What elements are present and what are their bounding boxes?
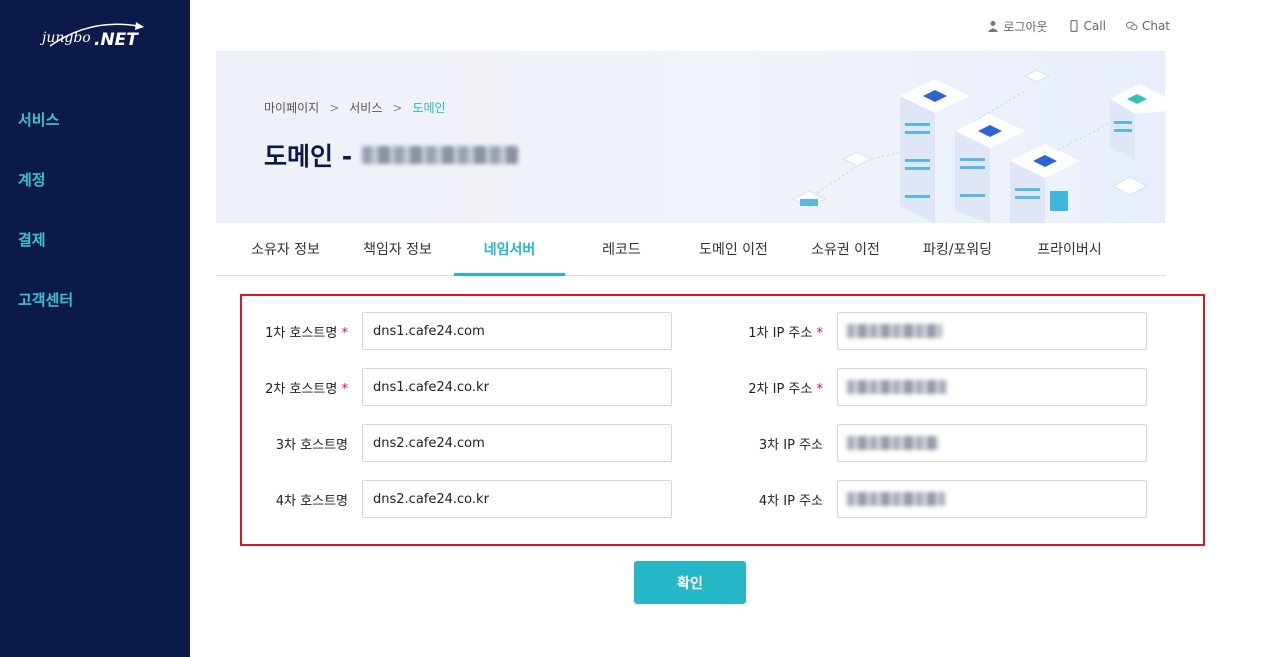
tab-ownership-transfer[interactable]: 소유권 이전 — [790, 224, 901, 275]
ip-label-3: 3차 IP 주소 — [758, 437, 823, 453]
top-utility-bar: 로그아웃 Call Chat — [960, 16, 1170, 36]
breadcrumb-item-service[interactable]: 서비스 — [349, 99, 382, 116]
svg-text:jungbo: jungbo — [40, 30, 91, 46]
ip-label-1: 1차 IP 주소 * — [748, 325, 823, 341]
host-label-3: 3차 호스트명 — [275, 437, 348, 453]
host-input-4[interactable] — [362, 480, 672, 518]
chevron-right-icon: > — [329, 100, 340, 115]
ip-field-2 — [837, 368, 1147, 406]
user-icon — [988, 21, 999, 32]
ip-row-3: 3차 IP 주소 — [717, 424, 1147, 462]
sidebar-item-account[interactable]: 계정 — [0, 160, 190, 220]
redacted-ip-3 — [847, 436, 939, 450]
page-title: 도메인 - — [264, 137, 519, 173]
ip-field-4 — [837, 480, 1147, 518]
page-title-text: 도메인 - — [264, 142, 353, 171]
brand-logo[interactable]: jungbo .NET — [39, 16, 150, 56]
chat-label: Chat — [1141, 19, 1170, 33]
host-row-2: 2차 호스트명 * — [242, 368, 672, 406]
jungbonet-logo-icon: jungbo .NET — [39, 22, 144, 50]
tab-parking-forwarding[interactable]: 파킹/포워딩 — [902, 224, 1013, 275]
breadcrumb-item-mypage[interactable]: 마이페이지 — [264, 99, 319, 116]
nameserver-form: 1차 호스트명 * 2차 호스트명 * 3차 호스트명 4차 호스트명 1차 I… — [240, 294, 1205, 546]
page-header-banner: 마이페이지 > 서비스 > 도메인 도메인 - — [216, 51, 1165, 223]
host-input-2[interactable] — [362, 368, 672, 406]
call-label: Call — [1083, 19, 1106, 33]
host-label-2: 2차 호스트명 * — [265, 381, 348, 397]
call-link[interactable]: Call — [1068, 16, 1106, 36]
chevron-right-icon: > — [392, 100, 403, 115]
tab-domain-transfer[interactable]: 도메인 이전 — [678, 224, 789, 275]
logout-link[interactable]: 로그아웃 — [987, 16, 1048, 36]
ip-row-2: 2차 IP 주소 * — [717, 368, 1147, 406]
host-row-4: 4차 호스트명 — [242, 480, 672, 518]
ip-row-4: 4차 IP 주소 — [717, 480, 1147, 518]
host-input-3[interactable] — [362, 424, 672, 462]
ip-field-3 — [837, 424, 1147, 462]
host-label-4: 4차 호스트명 — [275, 493, 348, 509]
svg-text:.NET: .NET — [94, 30, 139, 50]
sidebar: jungbo .NET 서비스 계정 결제 고객센터 — [0, 0, 190, 657]
host-row-1: 1차 호스트명 * — [242, 312, 672, 350]
tab-privacy[interactable]: 프라이버시 — [1014, 224, 1125, 275]
domain-tabs: 소유자 정보 책임자 정보 네임서버 레코드 도메인 이전 소유권 이전 파킹/… — [216, 224, 1166, 276]
logout-label: 로그아웃 — [1003, 19, 1048, 34]
host-input-1[interactable] — [362, 312, 672, 350]
chat-bubble-icon — [1125, 21, 1138, 31]
server-illustration-icon — [791, 69, 1165, 223]
ip-label-4: 4차 IP 주소 — [758, 493, 823, 509]
sidebar-item-payment[interactable]: 결제 — [0, 220, 190, 280]
host-row-3: 3차 호스트명 — [242, 424, 672, 462]
breadcrumb-item-domain: 도메인 — [412, 101, 446, 115]
ip-field-1 — [837, 312, 1147, 350]
phone-icon — [1069, 20, 1078, 32]
host-label-1: 1차 호스트명 * — [265, 325, 348, 341]
tab-nameserver[interactable]: 네임서버 — [454, 224, 565, 276]
tab-record[interactable]: 레코드 — [566, 224, 677, 275]
redacted-ip-2 — [847, 380, 947, 394]
ip-label-2: 2차 IP 주소 * — [748, 381, 823, 397]
redacted-domain-name — [362, 146, 519, 164]
confirm-button[interactable]: 확인 — [634, 561, 746, 604]
redacted-ip-4 — [847, 492, 945, 506]
sidebar-item-service[interactable]: 서비스 — [0, 100, 190, 160]
ip-row-1: 1차 IP 주소 * — [717, 312, 1147, 350]
sidebar-item-support[interactable]: 고객센터 — [0, 280, 190, 340]
chat-link[interactable]: Chat — [1125, 16, 1170, 36]
redacted-ip-1 — [847, 324, 942, 338]
tab-manager-info[interactable]: 책임자 정보 — [342, 224, 453, 275]
breadcrumb: 마이페이지 > 서비스 > 도메인 — [264, 99, 446, 116]
tab-owner-info[interactable]: 소유자 정보 — [230, 224, 341, 275]
sidebar-nav: 서비스 계정 결제 고객센터 — [0, 100, 190, 340]
